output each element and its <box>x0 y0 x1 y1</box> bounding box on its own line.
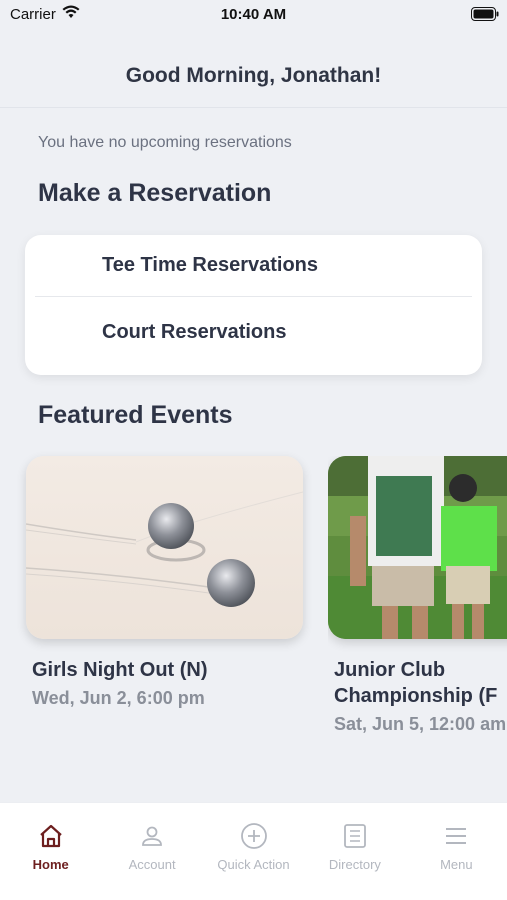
tab-account[interactable]: Account <box>101 803 202 900</box>
event-date: Sat, Jun 5, 12:00 am <box>334 714 507 734</box>
status-bar: Carrier 10:40 AM <box>0 0 507 30</box>
battery-icon <box>471 7 499 25</box>
greeting-header: Good Morning, Jonathan! <box>0 30 507 108</box>
tee-time-label: Tee Time Reservations <box>102 254 319 276</box>
event-date: Wed, Jun 2, 6:00 pm <box>32 688 205 708</box>
account-icon <box>140 821 164 851</box>
event-card-junior-club[interactable]: Junior Club Championship (F Sat, Jun 5, … <box>328 456 507 735</box>
status-time: 10:40 AM <box>220 6 287 23</box>
no-reservations-message: You have no upcoming reservations <box>38 134 292 151</box>
event-image-pearl-necklaces <box>26 456 303 639</box>
tab-directory-label: Directory <box>328 857 381 872</box>
event-title: Junior Club Championship (F <box>334 659 498 707</box>
home-icon <box>38 821 64 851</box>
tab-home-label: Home <box>32 857 69 872</box>
tab-menu[interactable]: Menu <box>406 803 507 900</box>
greeting-text: Good Morning, Jonathan! <box>125 63 382 87</box>
court-label: Court Reservations <box>102 320 287 343</box>
tab-account-label: Account <box>128 857 176 872</box>
tab-directory[interactable]: Directory <box>304 803 405 900</box>
court-reservations-button[interactable]: Court Reservations <box>35 297 472 367</box>
reservation-card: Tee Time Reservations Court Reservations <box>25 235 482 375</box>
event-card-girls-night[interactable]: Girls Night Out (N) Wed, Jun 2, 6:00 pm <box>26 456 316 709</box>
tab-bar: Home Account Quick Action Directory Menu <box>0 802 507 900</box>
menu-icon <box>444 821 468 851</box>
tee-time-reservations-button[interactable]: Tee Time Reservations <box>35 235 472 297</box>
tab-quick-action[interactable]: Quick Action <box>203 803 304 900</box>
directory-icon <box>343 821 367 851</box>
plus-circle-icon <box>240 821 268 851</box>
make-reservation-title: Make a Reservation <box>38 179 272 207</box>
featured-events-title: Featured Events <box>38 401 233 429</box>
event-image-junior-golfers <box>328 456 507 639</box>
event-title: Girls Night Out (N) <box>32 659 208 681</box>
tab-home[interactable]: Home <box>0 803 101 900</box>
tab-menu-label: Menu <box>440 857 473 872</box>
tab-quick-action-label: Quick Action <box>217 857 290 872</box>
